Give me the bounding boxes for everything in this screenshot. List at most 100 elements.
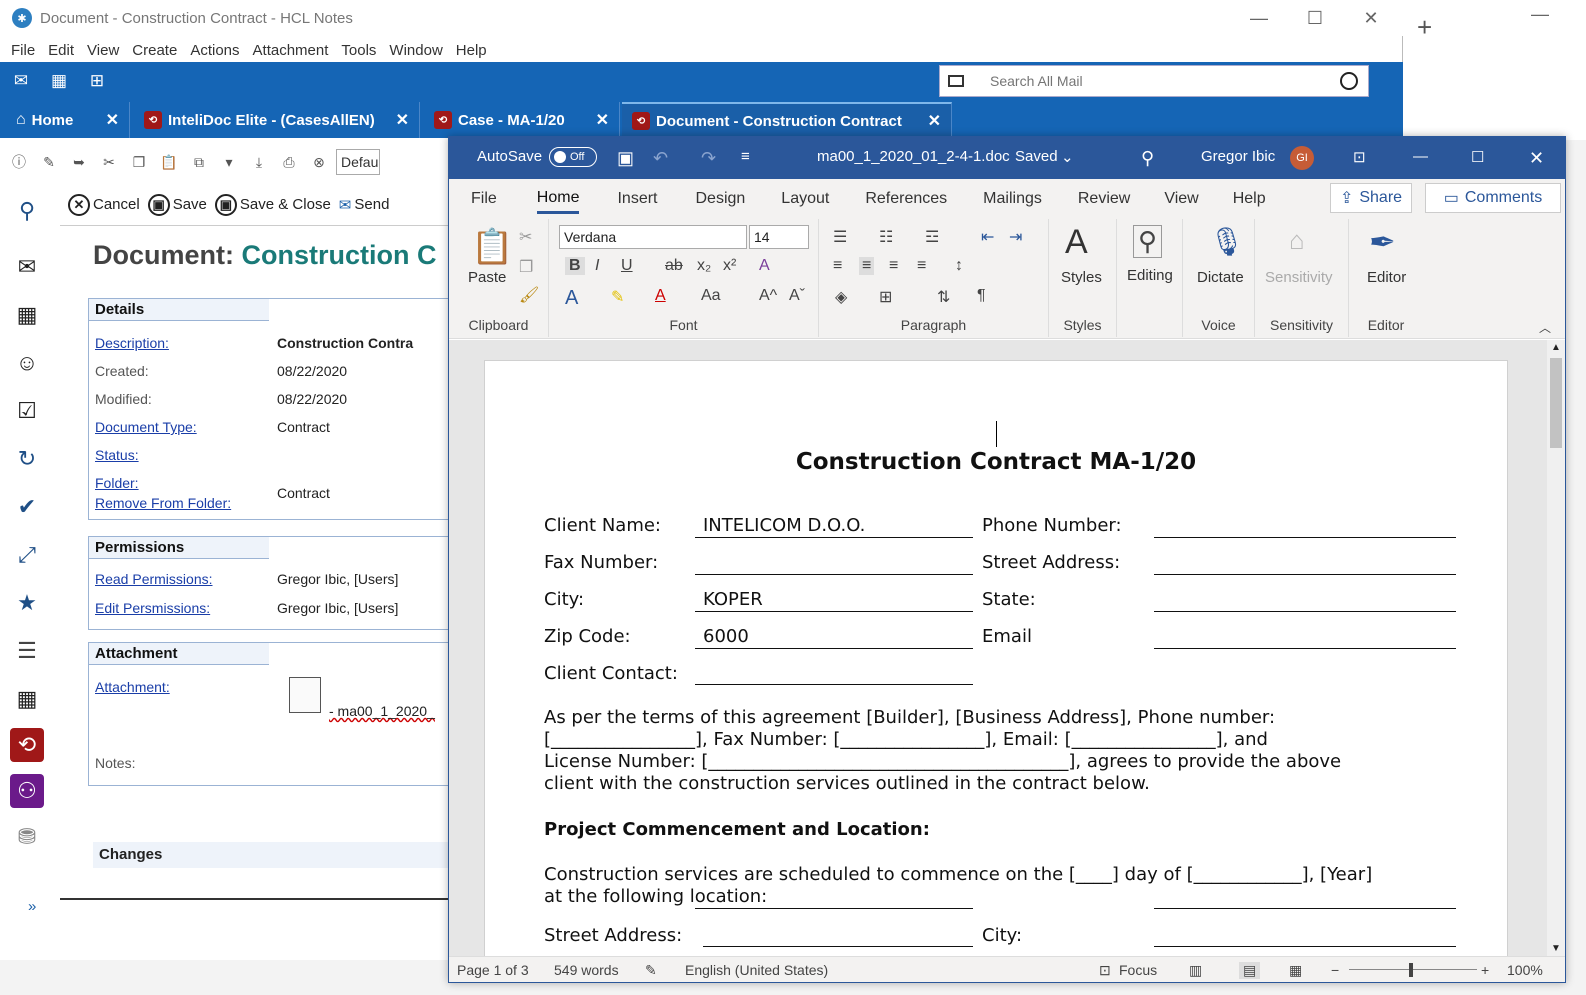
cut-icon[interactable]: ✂ [98, 151, 120, 173]
calendar-icon[interactable]: ▦ [10, 298, 44, 332]
increase-indent-icon[interactable]: ⇥ [1009, 227, 1022, 247]
minimize-icon[interactable]: — [1531, 4, 1549, 25]
styles-button[interactable]: Styles [1061, 269, 1102, 286]
align-right-icon[interactable]: ≡ [889, 257, 898, 275]
favorites-icon[interactable]: ★ [10, 586, 44, 620]
sensitivity-icon[interactable]: ⌂ [1289, 225, 1305, 256]
tab-mailings[interactable]: Mailings [983, 186, 1042, 212]
tab-document[interactable]: ⟲ Document - Construction Contract ✕ [622, 102, 952, 138]
zoom-thumb[interactable] [1409, 963, 1413, 977]
send-button[interactable]: ✉ Send [339, 196, 390, 214]
file-name[interactable]: ma00_1_2020_01_2-4-1.doc [817, 148, 1010, 165]
save-state-chevron-icon[interactable]: ⌄ [1061, 148, 1074, 166]
properties-icon[interactable]: ⓘ [8, 151, 30, 173]
editor-button[interactable]: Editor [1367, 269, 1406, 286]
print-icon[interactable]: ⎙ [278, 151, 300, 173]
street2-line[interactable] [703, 946, 973, 947]
numbering-icon[interactable]: ☷ [879, 227, 893, 247]
copy-icon[interactable]: ❐ [128, 151, 150, 173]
page-count[interactable]: Page 1 of 3 [457, 962, 529, 978]
tab-references[interactable]: References [865, 186, 947, 212]
menu-attachment[interactable]: Attachment [253, 42, 329, 59]
borders-icon[interactable]: ⊞ [879, 287, 892, 307]
expand-rail-icon[interactable]: » [28, 898, 36, 915]
location-line-2[interactable] [1154, 908, 1456, 909]
zoom-slider[interactable] [1349, 969, 1477, 970]
apps-icon[interactable]: ⊞ [86, 70, 108, 92]
open-icon[interactable]: ⤢ [10, 538, 44, 572]
paste-icon[interactable]: 📋 [158, 151, 180, 173]
avatar[interactable]: GI [1290, 146, 1314, 170]
client-contact-line[interactable] [695, 684, 973, 685]
save-button[interactable]: ▣ Save [147, 193, 207, 216]
scroll-down-icon[interactable]: ▼ [1551, 943, 1561, 954]
editing-button[interactable]: Editing [1127, 267, 1173, 284]
focus-button[interactable]: Focus [1119, 962, 1157, 978]
new-tab-icon[interactable]: + [1417, 12, 1432, 43]
microphone-icon[interactable]: 🎙 [1209, 225, 1245, 258]
status-link[interactable]: Status: [95, 447, 139, 463]
mail-icon[interactable]: ✉ [10, 70, 32, 92]
tab-file[interactable]: File [471, 186, 497, 212]
zoom-level[interactable]: 100% [1507, 962, 1543, 978]
created-value[interactable]: 08/22/2020 [277, 363, 347, 379]
sort-icon[interactable]: ⇅ [937, 287, 950, 307]
change-case-icon[interactable]: Aa [701, 287, 721, 305]
scroll-thumb[interactable] [1550, 358, 1562, 448]
menu-create[interactable]: Create [132, 42, 177, 59]
cut-icon[interactable]: ✂ [519, 227, 532, 247]
collapse-ribbon-icon[interactable]: ︿ [1539, 319, 1551, 336]
bullets-icon[interactable]: ☰ [833, 227, 847, 247]
search-icon[interactable] [1340, 72, 1358, 90]
user-name[interactable]: Gregor Ibic [1201, 148, 1275, 165]
editor-icon[interactable]: ✒ [1369, 223, 1396, 261]
close-button[interactable]: ✕ [1348, 6, 1394, 30]
location-line[interactable] [695, 908, 973, 909]
download-icon[interactable]: ⤓ [248, 151, 270, 173]
share-button[interactable]: ⇪ Share [1330, 183, 1412, 213]
street-line[interactable] [1154, 574, 1456, 575]
mail-scope-icon[interactable] [948, 75, 964, 87]
comments-button[interactable]: ▭ Comments [1425, 183, 1561, 213]
tab-design[interactable]: Design [695, 186, 745, 212]
undo-icon[interactable]: ↶ [653, 148, 668, 169]
shading-icon[interactable]: ◈ [835, 287, 847, 307]
tab-home[interactable]: Home [536, 185, 580, 214]
tasks-icon[interactable]: ✔ [10, 490, 44, 524]
word-count[interactable]: 549 words [554, 962, 619, 978]
save-icon[interactable]: ▣ [617, 148, 634, 169]
state-line[interactable] [1154, 611, 1456, 612]
description-link[interactable]: Description: [95, 335, 169, 351]
client-name-value[interactable]: INTELICOM D.O.O. [703, 515, 865, 536]
fax-line[interactable] [695, 574, 973, 575]
menu-actions[interactable]: Actions [190, 42, 239, 59]
maximize-button[interactable]: ☐ [1471, 148, 1484, 166]
close-tab-icon[interactable]: ✕ [596, 110, 609, 130]
text-effects-icon[interactable]: A [565, 287, 578, 310]
doctype-link[interactable]: Document Type: [95, 419, 197, 435]
phone-line[interactable] [1154, 537, 1456, 538]
align-center-icon[interactable]: ≡ [859, 257, 875, 275]
edit-permissions-link[interactable]: Edit Persmissions: [95, 600, 210, 616]
save-close-button[interactable]: ▣ Save & Close [214, 193, 331, 216]
line-spacing-icon[interactable]: ↕ [955, 257, 963, 275]
save-state[interactable]: Saved [1015, 148, 1058, 165]
copy-icon[interactable]: ❐ [519, 257, 533, 277]
close-tab-icon[interactable]: ✕ [106, 110, 119, 130]
language[interactable]: English (United States) [685, 962, 828, 978]
stop-icon[interactable]: ⊗ [308, 151, 330, 173]
strikethrough-icon[interactable]: ab [665, 257, 683, 275]
tab-insert[interactable]: Insert [617, 186, 657, 212]
bold-icon[interactable]: B [565, 257, 585, 275]
contacts-icon[interactable]: ☺ [10, 346, 44, 380]
format-painter-icon[interactable]: 🖌 [519, 285, 539, 305]
font-size-select[interactable]: 14 [749, 225, 809, 249]
subscript-icon[interactable]: x₂ [697, 257, 711, 275]
redo-icon[interactable]: ↷ [701, 148, 716, 169]
maximize-button[interactable]: ☐ [1292, 6, 1338, 30]
file-icon[interactable] [289, 677, 321, 713]
decrease-indent-icon[interactable]: ⇤ [981, 227, 994, 247]
tab-home[interactable]: ⌂ Home ✕ [0, 102, 130, 138]
styles-icon[interactable]: A [1065, 223, 1088, 262]
city2-line[interactable] [1154, 946, 1456, 947]
